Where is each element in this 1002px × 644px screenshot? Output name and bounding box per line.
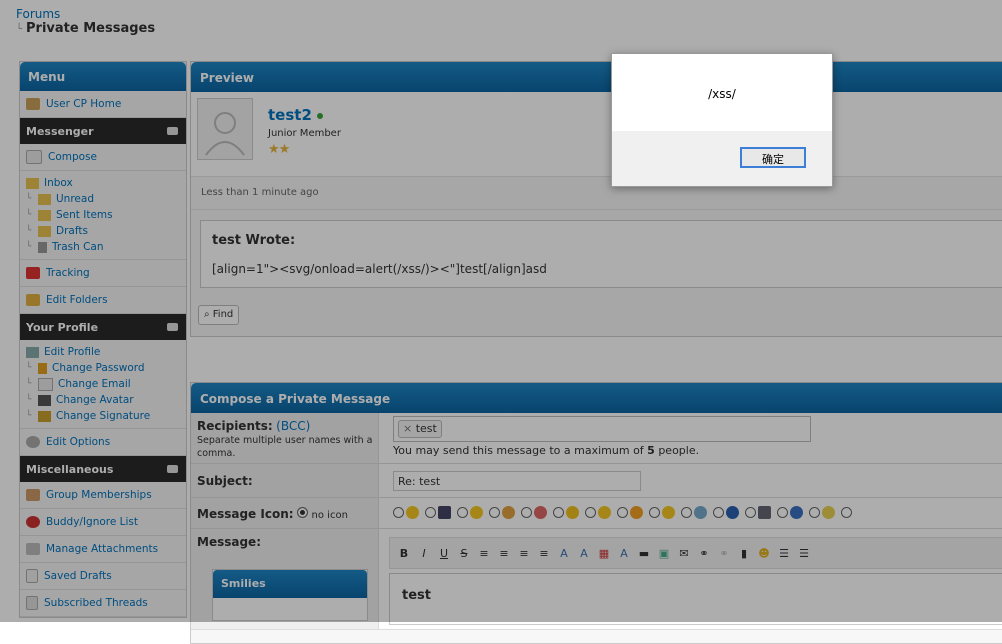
alert-button-bar: 确定 (612, 131, 832, 186)
alert-dialog: /xss/ 确定 (611, 53, 833, 187)
alert-message: /xss/ (708, 87, 736, 101)
page: Forums └ Private Messages Menu User CP Ho… (0, 0, 1002, 644)
modal-backdrop (0, 0, 1002, 622)
ok-button[interactable]: 确定 (740, 147, 806, 168)
